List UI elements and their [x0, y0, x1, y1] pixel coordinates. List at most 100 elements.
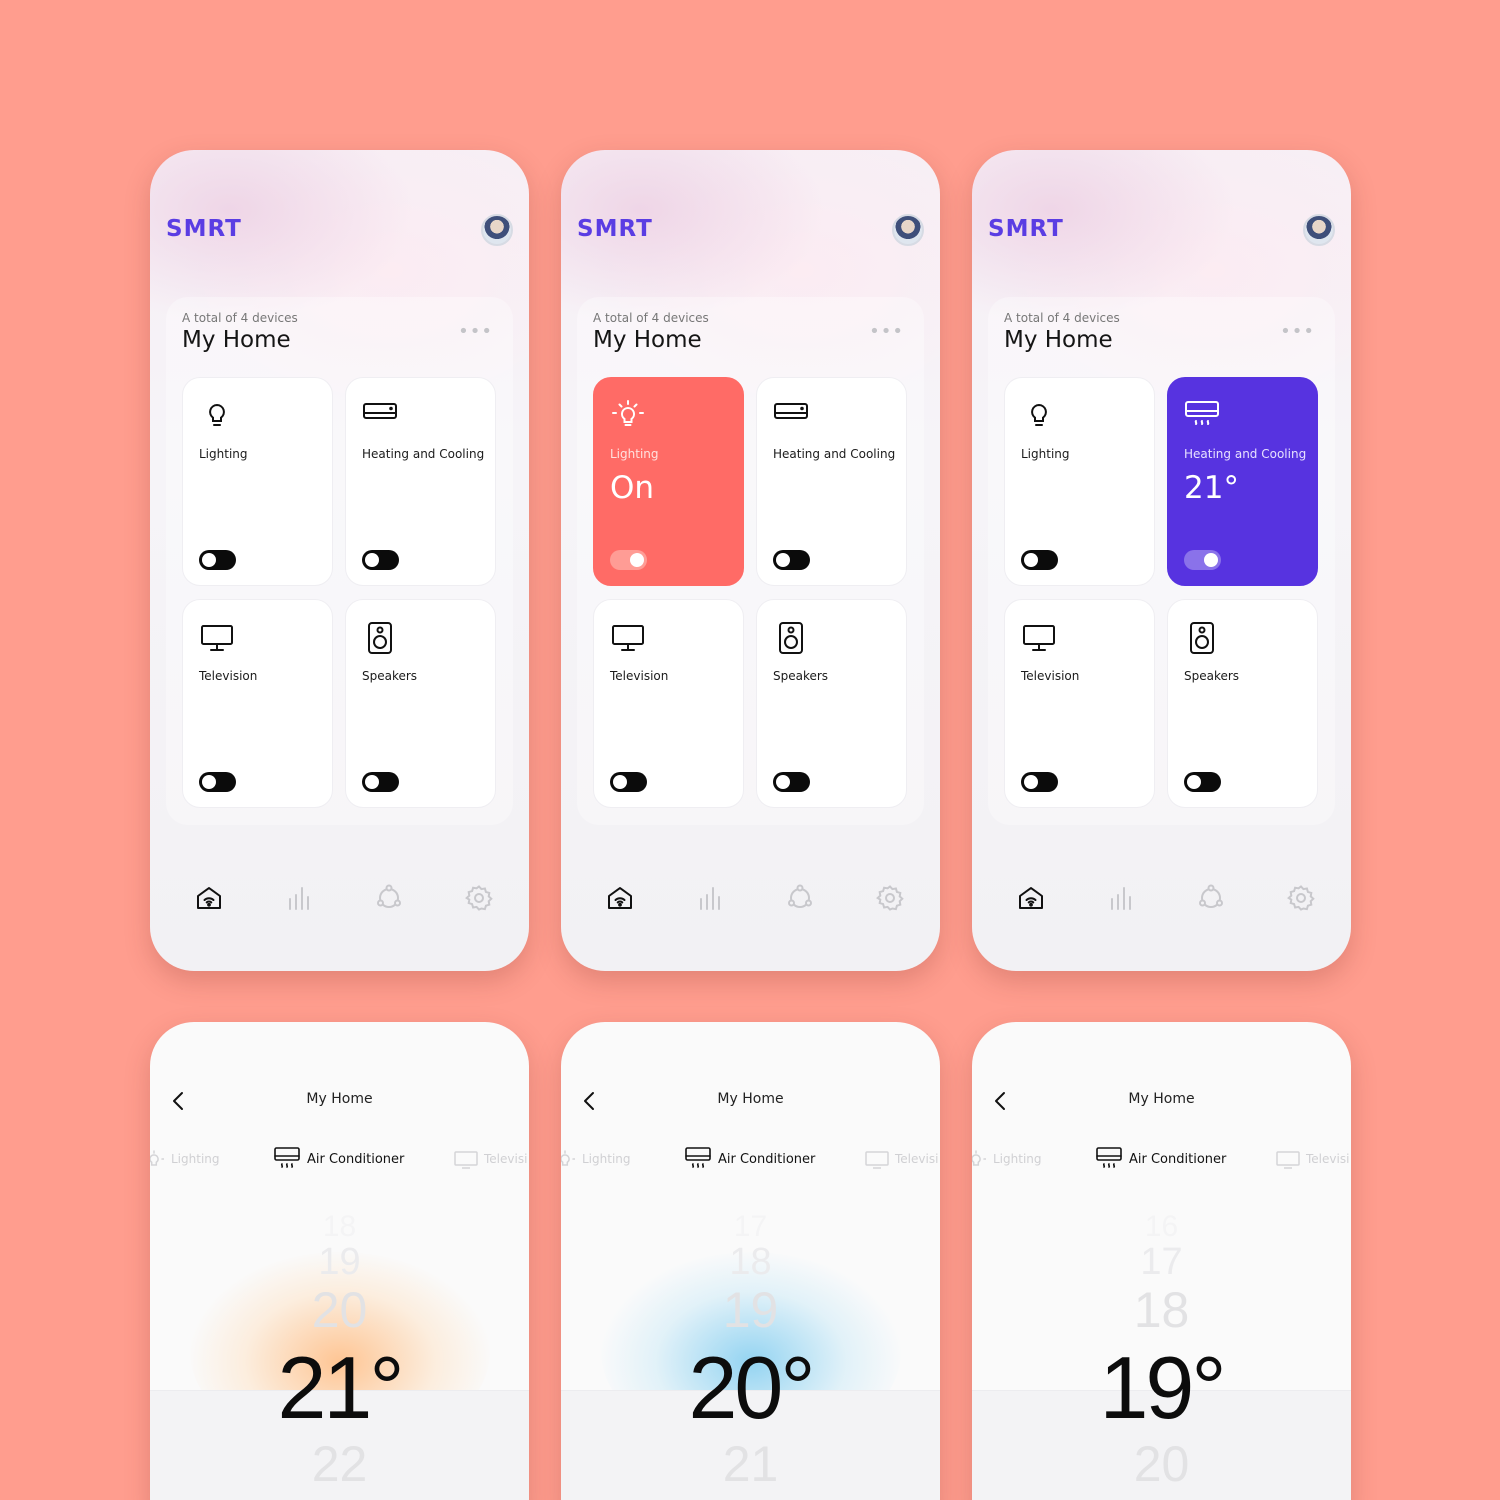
- speakers-toggle[interactable]: [773, 772, 810, 792]
- device-carousel[interactable]: Lighting Air Conditioner Televisi: [972, 1146, 1351, 1174]
- temp-option[interactable]: 18: [561, 1243, 940, 1281]
- home-wifi-icon[interactable]: [1016, 883, 1046, 913]
- lightbulb-icon: [150, 1150, 164, 1166]
- lighting-toggle[interactable]: [199, 550, 236, 570]
- current-temperature[interactable]: 20°: [561, 1344, 940, 1432]
- temp-option[interactable]: 20: [150, 1285, 529, 1335]
- settings-icon[interactable]: [464, 883, 494, 913]
- heating-toggle[interactable]: [362, 550, 399, 570]
- speakers-card[interactable]: Speakers: [756, 599, 907, 808]
- lighting-card[interactable]: Lighting: [182, 377, 333, 586]
- speakers-toggle[interactable]: [1184, 772, 1221, 792]
- device-air-conditioner-label[interactable]: Air Conditioner: [718, 1152, 815, 1167]
- device-air-conditioner-label[interactable]: Air Conditioner: [307, 1152, 404, 1167]
- heating-card[interactable]: Heating and Cooling: [345, 377, 496, 586]
- speakers-toggle[interactable]: [362, 772, 399, 792]
- more-options-icon[interactable]: •••: [869, 321, 904, 342]
- devices-icon[interactable]: [1196, 883, 1226, 913]
- screen-title: My Home: [1128, 1091, 1195, 1107]
- television-card[interactable]: Television: [182, 599, 333, 808]
- television-toggle[interactable]: [1021, 772, 1058, 792]
- avatar[interactable]: [892, 214, 924, 246]
- device-air-conditioner-label[interactable]: Air Conditioner: [1129, 1152, 1226, 1167]
- heating-toggle[interactable]: [773, 550, 810, 570]
- television-card[interactable]: Television: [1004, 599, 1155, 808]
- temp-option[interactable]: 19: [561, 1285, 940, 1335]
- avatar[interactable]: [1303, 214, 1335, 246]
- heating-card[interactable]: Heating and Cooling 21°: [1167, 377, 1318, 586]
- current-temperature[interactable]: 19°: [972, 1344, 1351, 1432]
- lightbulb-icon: [972, 1150, 986, 1166]
- air-conditioner-icon: [685, 1147, 711, 1168]
- temp-option[interactable]: 22: [150, 1439, 529, 1489]
- heating-card[interactable]: Heating and Cooling: [756, 377, 907, 586]
- device-carousel[interactable]: Lighting Air Conditioner Televisi: [561, 1146, 940, 1174]
- device-lighting-label[interactable]: Lighting: [171, 1152, 220, 1166]
- temp-option[interactable]: 18: [972, 1285, 1351, 1335]
- air-conditioner-icon: [774, 403, 808, 419]
- temp-option[interactable]: 19: [150, 1243, 529, 1281]
- lightbulb-icon: [1031, 403, 1047, 426]
- television-icon: [201, 625, 233, 651]
- speaker-icon: [779, 622, 803, 654]
- television-icon: [612, 625, 644, 651]
- temp-option[interactable]: 16: [972, 1212, 1351, 1242]
- stats-icon[interactable]: [695, 883, 725, 913]
- device-lighting-label[interactable]: Lighting: [993, 1152, 1042, 1166]
- temp-option[interactable]: 17: [972, 1243, 1351, 1281]
- settings-icon[interactable]: [1286, 883, 1316, 913]
- lighting-toggle[interactable]: [1021, 550, 1058, 570]
- speakers-label: Speakers: [773, 669, 829, 683]
- app-logo: SMRT: [166, 216, 242, 242]
- lighting-label: Lighting: [199, 447, 248, 461]
- home-title: My Home: [1004, 327, 1113, 353]
- temp-option[interactable]: 17: [561, 1212, 940, 1242]
- lighting-card[interactable]: Lighting: [1004, 377, 1155, 586]
- speakers-label: Speakers: [362, 669, 418, 683]
- home-wifi-icon[interactable]: [194, 883, 224, 913]
- more-options-icon[interactable]: •••: [1280, 321, 1315, 342]
- television-toggle[interactable]: [199, 772, 236, 792]
- temp-option[interactable]: 21: [561, 1439, 940, 1489]
- devices-icon[interactable]: [374, 883, 404, 913]
- television-icon: [1023, 625, 1055, 651]
- home-screen-default: SMRT A total of 4 devices My Home ••• Li…: [150, 150, 529, 971]
- lighting-toggle[interactable]: [610, 550, 647, 570]
- stats-icon[interactable]: [284, 883, 314, 913]
- television-toggle[interactable]: [610, 772, 647, 792]
- app-logo: SMRT: [988, 216, 1064, 242]
- device-television-label[interactable]: Televisi: [484, 1152, 527, 1166]
- devices-icon[interactable]: [785, 883, 815, 913]
- air-conditioner-on-icon: [1185, 401, 1219, 425]
- screen-title: My Home: [717, 1091, 784, 1107]
- television-card[interactable]: Television: [593, 599, 744, 808]
- device-television-label[interactable]: Televisi: [1306, 1152, 1349, 1166]
- home-title: My Home: [182, 327, 291, 353]
- heating-toggle[interactable]: [1184, 550, 1221, 570]
- home-panel: A total of 4 devices My Home ••• Lightin…: [988, 297, 1335, 825]
- home-screen-heating-on: SMRT A total of 4 devices My Home ••• Li…: [972, 150, 1351, 971]
- temp-option[interactable]: 20: [972, 1439, 1351, 1489]
- television-icon: [865, 1151, 889, 1169]
- lighting-card[interactable]: Lighting On: [593, 377, 744, 586]
- more-options-icon[interactable]: •••: [458, 321, 493, 342]
- avatar[interactable]: [481, 214, 513, 246]
- device-count: A total of 4 devices: [593, 311, 709, 325]
- heating-label: Heating and Cooling: [362, 447, 485, 461]
- device-count: A total of 4 devices: [182, 311, 298, 325]
- device-television-label[interactable]: Televisi: [895, 1152, 938, 1166]
- speakers-card[interactable]: Speakers: [345, 599, 496, 808]
- home-wifi-icon[interactable]: [605, 883, 635, 913]
- stats-icon[interactable]: [1106, 883, 1136, 913]
- television-icon: [1276, 1151, 1300, 1169]
- temp-option[interactable]: 18: [150, 1212, 529, 1242]
- speakers-card[interactable]: Speakers: [1167, 599, 1318, 808]
- bottom-nav: [561, 877, 940, 917]
- device-carousel[interactable]: Lighting Air Conditioner Televisi: [150, 1146, 529, 1174]
- heating-label: Heating and Cooling: [1184, 447, 1307, 461]
- device-lighting-label[interactable]: Lighting: [582, 1152, 631, 1166]
- lightbulb-icon: [209, 403, 225, 426]
- current-temperature[interactable]: 21°: [150, 1344, 529, 1432]
- temperature-screen-20: My Home Lighting Air Conditioner Televis…: [561, 1022, 940, 1500]
- settings-icon[interactable]: [875, 883, 905, 913]
